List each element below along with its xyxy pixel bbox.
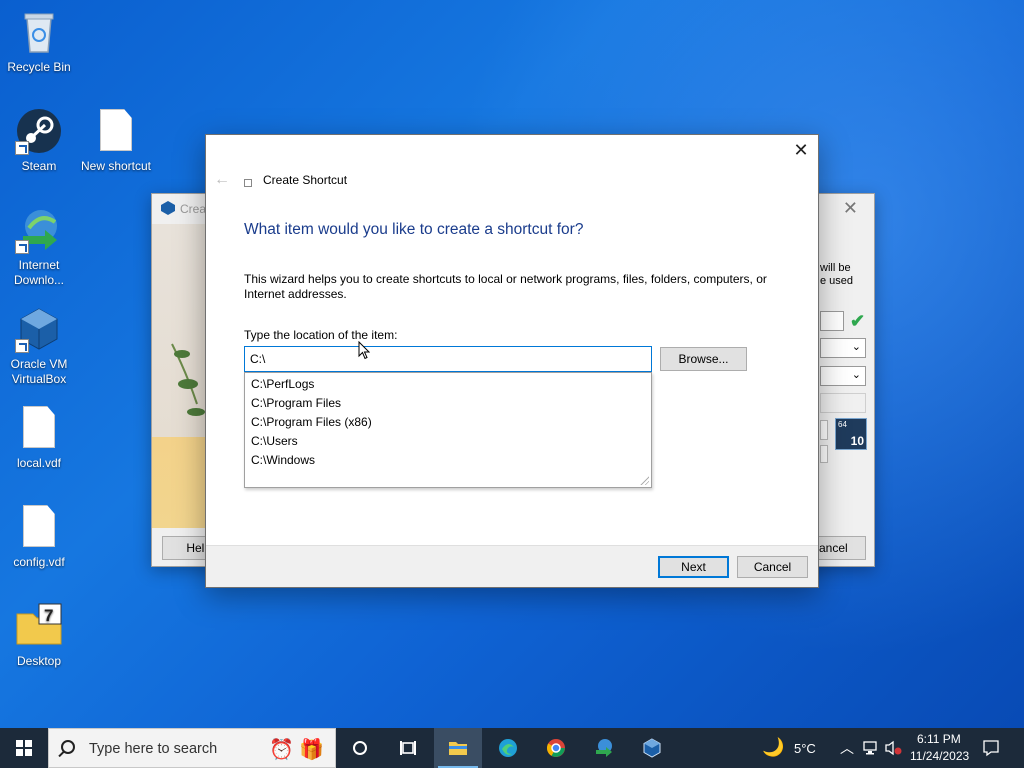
taskbar: Type here to search ⏰ 🎁 🌙 5°C ︿ 6:11 PM …	[0, 728, 1024, 768]
desktop-icon-steam[interactable]: Steam	[1, 107, 77, 174]
internet-download-manager-icon	[15, 206, 63, 254]
gift-icon: 🎁	[299, 739, 324, 761]
start-button[interactable]	[0, 728, 48, 768]
mouse-pointer-icon	[358, 341, 370, 360]
background-iso-select[interactable]: ⌄	[820, 366, 866, 386]
back-arrow-icon: ←	[214, 171, 230, 188]
background-cancel-button[interactable]: ancel	[812, 536, 866, 560]
dialog-title: Create Shortcut	[263, 173, 348, 187]
taskbar-edge[interactable]	[484, 728, 532, 768]
desktop-icon-label: Recycle Bin	[7, 60, 71, 74]
desktop-icon-new-shortcut[interactable]: New shortcut	[78, 107, 154, 174]
windows-logo-icon	[16, 740, 32, 756]
desktop-icon-virtualbox[interactable]: Oracle VM VirtualBox	[1, 305, 77, 387]
search-icon	[61, 740, 75, 754]
taskbar-internet-download-manager[interactable]	[580, 728, 628, 768]
background-version-select[interactable]	[820, 445, 828, 463]
desktop-icon-label: Internet Downlo...	[13, 258, 65, 287]
taskbar-chrome[interactable]	[532, 728, 580, 768]
notification-center-icon[interactable]	[982, 739, 1000, 757]
steam-icon	[15, 107, 63, 155]
autocomplete-item[interactable]: C:\Program Files (x86)	[245, 413, 651, 432]
weather-temperature[interactable]: 5°C	[794, 741, 816, 756]
desktop-icon-label: config.vdf	[13, 555, 65, 569]
clock-date[interactable]: 11/24/2023	[910, 749, 969, 763]
shortcut-arrow-icon	[15, 240, 29, 254]
file-icon	[92, 107, 140, 155]
background-type-select[interactable]	[820, 420, 828, 440]
checkmark-icon: ✔	[850, 311, 866, 331]
autocomplete-item[interactable]: C:\Program Files	[245, 394, 651, 413]
background-text-line: e used	[820, 275, 854, 287]
background-disabled-select	[820, 393, 866, 413]
desktop-icon-label: Steam	[21, 159, 57, 173]
autocomplete-item[interactable]: C:\Users	[245, 432, 651, 451]
desktop-icon-internet-download-manager[interactable]: Internet Downlo...	[1, 206, 77, 288]
file-icon	[15, 503, 63, 551]
close-icon[interactable]: ✕	[792, 141, 810, 159]
folder-7zip-icon: 7	[15, 602, 63, 650]
volume-muted-icon[interactable]	[884, 740, 902, 756]
task-view-button[interactable]	[384, 728, 432, 768]
network-icon[interactable]	[862, 740, 878, 756]
desktop-icon-label: Desktop	[16, 654, 62, 668]
svg-text:7: 7	[44, 606, 53, 625]
cancel-button[interactable]: Cancel	[737, 556, 808, 578]
wizard-banner-image	[152, 224, 212, 528]
weather-moon-icon[interactable]: 🌙	[762, 737, 784, 758]
close-icon[interactable]: ✕	[843, 198, 858, 219]
clock-time[interactable]: 6:11 PM	[917, 732, 961, 746]
shortcut-arrow-icon	[15, 141, 29, 155]
wizard-description: This wizard helps you to create shortcut…	[244, 272, 767, 301]
windows10-64-icon: 64 10	[835, 418, 867, 450]
recycle-bin-icon	[15, 8, 63, 56]
chrome-browser-icon	[546, 739, 565, 757]
taskbar-virtualbox[interactable]	[628, 728, 676, 768]
task-view-icon	[400, 741, 416, 755]
background-name-field[interactable]	[820, 311, 844, 331]
autocomplete-item[interactable]: C:\PerfLogs	[245, 375, 651, 394]
autocomplete-item[interactable]: C:\Windows	[245, 451, 651, 470]
cortana-button[interactable]	[336, 728, 384, 768]
location-label: Type the location of the item:	[244, 328, 398, 342]
file-icon	[15, 404, 63, 452]
location-input[interactable]	[244, 346, 652, 372]
badge-text: 10	[850, 434, 864, 448]
create-shortcut-dialog[interactable]: ✕ ← Create Shortcut What item would you …	[205, 134, 819, 588]
virtualbox-icon	[643, 738, 661, 758]
next-button[interactable]: Next	[658, 556, 729, 578]
virtualbox-icon	[161, 201, 175, 215]
chevron-down-icon: ⌄	[851, 341, 861, 353]
file-explorer-icon	[449, 742, 467, 755]
desktop-icon-recycle-bin[interactable]: Recycle Bin	[1, 8, 77, 75]
background-window-title: Crea	[180, 202, 207, 216]
badge-small-text: 64	[838, 420, 847, 429]
chevron-down-icon: ⌄	[851, 369, 861, 381]
resize-grip-icon[interactable]	[639, 475, 649, 485]
search-placeholder: Type here to search	[89, 741, 218, 757]
desktop-icon-label: New shortcut	[80, 159, 152, 173]
alarm-clock-icon: ⏰	[269, 739, 294, 761]
shortcut-arrow-icon	[15, 339, 29, 353]
autocomplete-list[interactable]: C:\PerfLogs C:\Program Files C:\Program …	[244, 372, 652, 488]
cortana-circle-icon	[353, 741, 367, 755]
taskbar-file-explorer[interactable]	[434, 728, 482, 768]
desktop-icon-label: Oracle VM VirtualBox	[10, 357, 68, 386]
chevron-up-icon[interactable]: ︿	[840, 738, 854, 758]
virtualbox-icon	[15, 305, 63, 353]
desktop-icon-local-vdf[interactable]: local.vdf	[1, 404, 77, 471]
edge-browser-icon	[499, 739, 517, 757]
desktop-icon-config-vdf[interactable]: config.vdf	[1, 503, 77, 570]
background-window-text: will be e used	[820, 262, 874, 288]
wizard-heading: What item would you like to create a sho…	[244, 221, 584, 238]
internet-download-manager-icon	[596, 739, 612, 757]
taskbar-search-box[interactable]: Type here to search ⏰ 🎁	[48, 728, 336, 768]
browse-button[interactable]: Browse...	[660, 347, 747, 371]
background-folder-select[interactable]: ⌄	[820, 338, 866, 358]
desktop-icon-label: local.vdf	[16, 456, 62, 470]
shortcut-app-icon	[244, 179, 252, 187]
background-text-line: will be	[820, 262, 851, 274]
desktop-icon-desktop-folder[interactable]: 7 Desktop	[1, 602, 77, 669]
